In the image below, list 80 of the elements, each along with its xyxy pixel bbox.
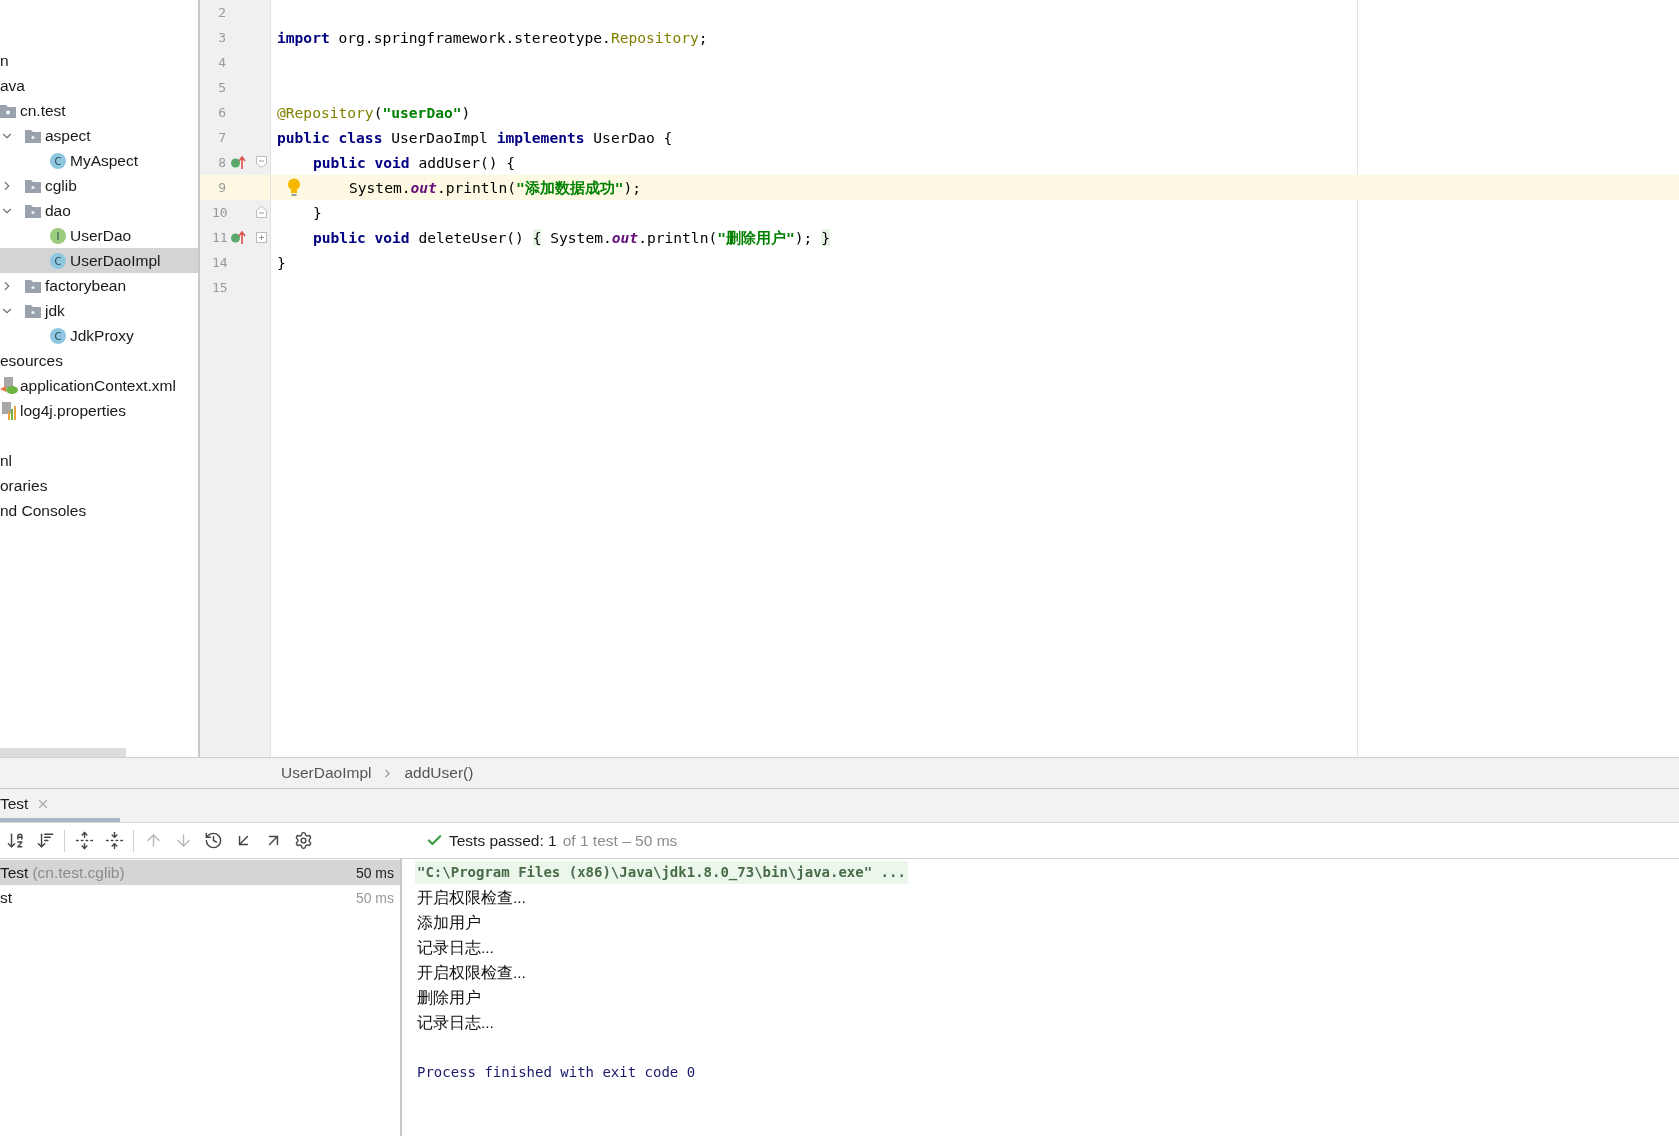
breadcrumb[interactable]: UserDaoImpl	[281, 764, 372, 782]
line-number: 3	[217, 29, 226, 47]
expand-icon	[74, 831, 94, 850]
folder-icon	[0, 103, 16, 118]
tree-item[interactable]: UserDao	[70, 223, 132, 248]
line-number: 5	[217, 79, 226, 97]
console-line: 开启权限检查...	[416, 888, 527, 908]
code-line: public void deleteUser() { System.out.println("删除用户"); }	[313, 228, 830, 248]
test-name: st	[0, 888, 13, 907]
tree-item[interactable]: ava	[0, 73, 25, 98]
class-icon: C	[50, 327, 66, 344]
sort-alphabetical-icon	[5, 831, 25, 850]
tree-item[interactable]: aspect	[45, 123, 91, 148]
console-line: 添加用户	[416, 913, 482, 933]
line-number: 6	[217, 104, 226, 122]
line-number: 14	[212, 254, 226, 272]
code-line: }	[277, 253, 286, 273]
tree-item[interactable]: nd Consoles	[0, 498, 87, 523]
sort-icon	[35, 831, 55, 850]
test-package: (cn.test.cglib)	[32, 863, 125, 882]
tab[interactable]: Test	[0, 789, 120, 822]
console-line: 记录日志...	[416, 1013, 495, 1033]
console-line: Process finished with exit code 0	[416, 1063, 697, 1082]
code-line: import org.springframework.stereotype.Repository;	[277, 28, 708, 48]
tree-item[interactable]: applicationContext.xml	[20, 373, 176, 398]
collapse-icon	[104, 831, 124, 850]
expand-fold-icon[interactable]	[256, 232, 267, 243]
tree-item[interactable]: oraries	[0, 473, 48, 498]
line-number: 2	[217, 4, 226, 22]
tree-item[interactable]: MyAspect	[70, 148, 139, 173]
line-number: 11	[212, 229, 226, 247]
code-line: public void addUser() {	[313, 153, 516, 173]
class-icon: C	[50, 252, 66, 269]
tree-item[interactable]: factorybean	[45, 273, 126, 298]
test-row[interactable]: Test (cn.test.cglib) 50 ms	[0, 860, 400, 885]
breadcrumb[interactable]: addUser()	[404, 764, 474, 782]
console-line: 记录日志...	[416, 938, 495, 958]
test-name: Test	[0, 863, 29, 882]
line-number: 7	[217, 129, 226, 147]
implements-icon[interactable]	[231, 156, 246, 169]
tree-item[interactable]: JdkProxy	[70, 323, 134, 348]
test-duration: 50 ms	[355, 864, 394, 881]
tree-item[interactable]: log4j.properties	[20, 398, 126, 423]
scrollbar[interactable]	[0, 748, 126, 757]
lightbulb-icon[interactable]	[287, 178, 301, 197]
tree-item[interactable]: n	[0, 48, 9, 73]
interface-icon: I	[50, 227, 66, 244]
folder-icon	[25, 303, 41, 318]
implements-icon[interactable]	[231, 231, 246, 244]
tree-item[interactable]: jdk	[45, 298, 65, 323]
folder-icon	[25, 178, 41, 193]
tree-item[interactable]: cn.test	[20, 98, 66, 123]
folder-icon	[25, 278, 41, 293]
tree-item[interactable]: esources	[0, 348, 63, 373]
console-line: 开启权限检查...	[416, 963, 527, 983]
folder-icon	[25, 203, 41, 218]
line-number: 10	[212, 204, 226, 222]
test-duration: 50 ms	[355, 889, 394, 906]
line-number: 9	[217, 179, 226, 197]
code-line: @Repository("userDao")	[277, 103, 471, 123]
test-row[interactable]: st 50 ms	[0, 885, 400, 910]
status-detail: of 1 test – 50 ms	[562, 831, 678, 850]
tree-item[interactable]: cglib	[45, 173, 77, 198]
code-line: public class UserDaoImpl implements UserDao {	[277, 128, 673, 148]
code-line: System.out.println("添加数据成功");	[349, 178, 642, 198]
properties-file-icon	[0, 401, 18, 420]
tree-item[interactable]: dao	[45, 198, 71, 223]
tree-item[interactable]: UserDaoImpl	[70, 248, 161, 273]
tree-item[interactable]: nl	[0, 448, 13, 473]
clock-icon	[203, 831, 223, 850]
console-line: 删除用户	[416, 988, 482, 1008]
folder-icon	[25, 128, 41, 143]
settings-icon	[293, 831, 313, 850]
line-number: 8	[217, 154, 226, 172]
code-line: }	[313, 203, 322, 223]
class-icon: C	[50, 152, 66, 169]
xml-file-icon	[0, 376, 18, 395]
status-text: Tests passed: 1	[449, 831, 557, 850]
line-number: 15	[212, 279, 226, 297]
line-number: 4	[217, 54, 226, 72]
